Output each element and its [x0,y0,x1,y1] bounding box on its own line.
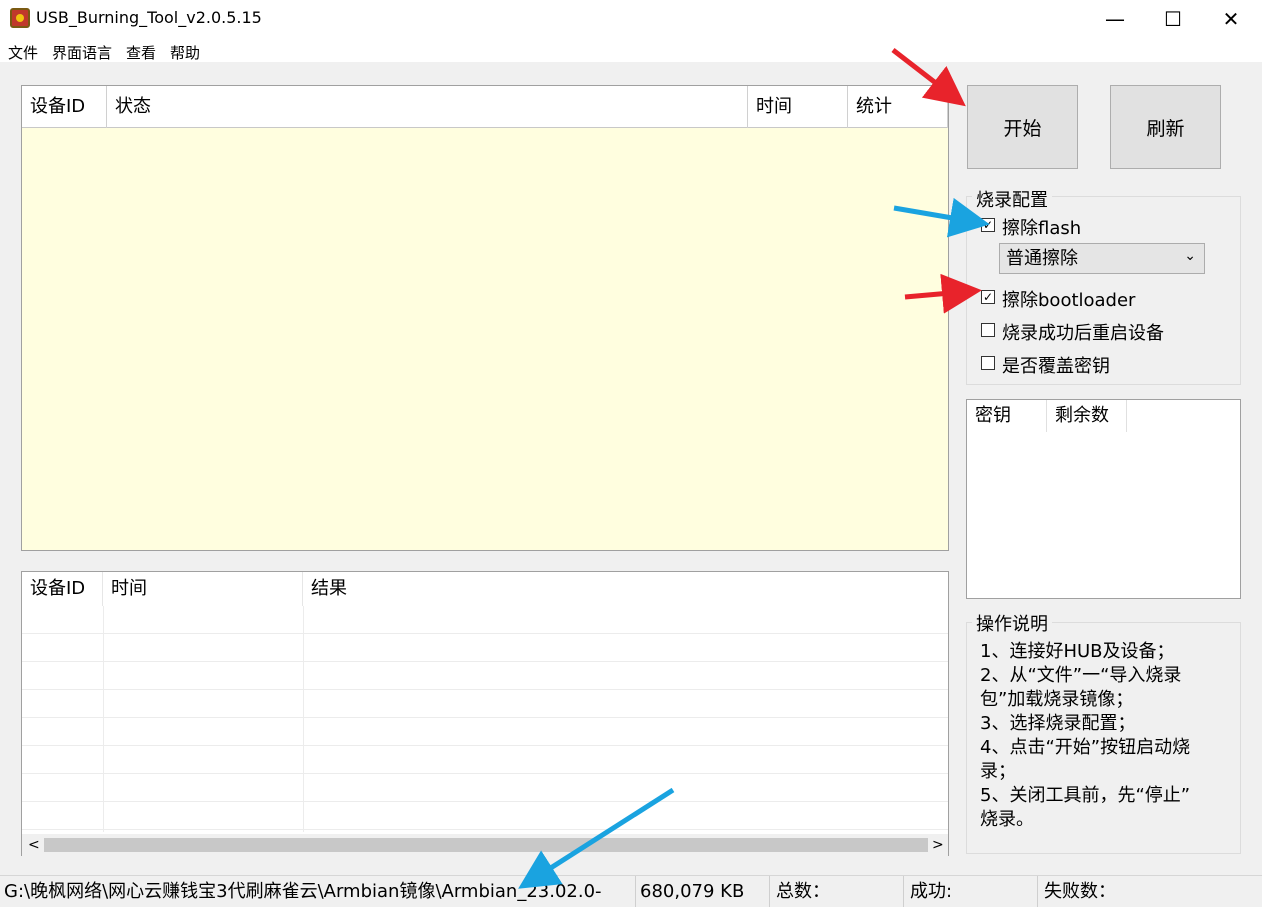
menu-language[interactable]: 界面语言 [52,42,112,63]
table-row [22,606,948,634]
column-time[interactable]: 时间 [748,86,848,128]
instruction-line: 2、从“文件”一“导入烧录 [980,665,1182,686]
log-column-time[interactable]: 时间 [103,572,303,606]
scroll-right-icon[interactable]: > [932,834,944,856]
table-row [22,774,948,802]
column-device-id[interactable]: 设备ID [22,86,107,128]
erase-mode-select[interactable]: 普通擦除 ⌄ [999,243,1205,274]
chevron-down-icon: ⌄ [1184,248,1196,264]
column-remaining[interactable]: 剩余数 [1047,400,1127,432]
log-column-result[interactable]: 结果 [303,572,948,606]
erase-mode-value: 普通擦除 [1006,248,1078,269]
app-icon [10,8,30,28]
refresh-button[interactable]: 刷新 [1110,85,1221,169]
table-row [22,802,948,830]
status-file-size: 680,079 KB [640,876,770,907]
erase-bootloader-checkbox[interactable]: ✓ [981,290,995,304]
status-failed: 失败数： [1044,881,1116,902]
instruction-line: 4、点击“开始”按钮启动烧 [980,737,1191,758]
instruction-line: 3、选择烧录配置； [980,713,1136,734]
erase-flash-checkbox[interactable]: ✓ [981,218,995,232]
close-button[interactable]: ✕ [1202,0,1260,38]
erase-flash-label[interactable]: 擦除flash [1002,214,1081,240]
key-list[interactable]: 密钥 剩余数 [966,399,1241,599]
status-bar: G:\晚枫网络\网心云赚钱宝3代刷麻雀云\Armbian镜像\Armbian_2… [0,875,1262,907]
log-list[interactable]: 设备ID 时间 结果 < > [21,571,949,856]
column-key[interactable]: 密钥 [967,400,1047,432]
burn-config-title: 烧录配置 [972,186,1052,212]
window-title: USB_Burning_Tool_v2.0.5.15 [36,8,262,27]
device-list[interactable]: 设备ID 状态 时间 统计 [21,85,949,551]
reboot-after-checkbox[interactable] [981,323,995,337]
overwrite-key-label[interactable]: 是否覆盖密钥 [1002,352,1110,378]
status-success: 成功: [910,876,1038,907]
scrollbar-thumb[interactable] [44,838,928,852]
column-divider [303,606,304,832]
column-stats[interactable]: 统计 [848,86,948,128]
horizontal-scrollbar[interactable]: < > [22,834,948,856]
reboot-after-label[interactable]: 烧录成功后重启设备 [1002,319,1164,345]
menu-file[interactable]: 文件 [8,42,38,63]
status-total: 总数： [776,876,904,907]
instruction-line: 5、关闭工具前，先“停止” [980,785,1191,806]
column-divider [103,606,104,832]
device-list-header: 设备ID 状态 时间 统计 [22,86,948,128]
instructions-title: 操作说明 [972,610,1052,636]
maximize-button[interactable]: ☐ [1144,0,1202,38]
table-row [22,662,948,690]
minimize-button[interactable]: — [1086,0,1144,38]
instruction-line: 1、连接好HUB及设备； [980,641,1175,662]
start-button[interactable]: 开始 [967,85,1078,169]
table-row [22,690,948,718]
menu-help[interactable]: 帮助 [170,42,200,63]
log-column-device-id[interactable]: 设备ID [22,572,103,606]
table-row [22,634,948,662]
table-row [22,718,948,746]
instruction-line: 包”加载烧录镜像； [980,689,1134,710]
column-status[interactable]: 状态 [107,86,748,128]
menu-view[interactable]: 查看 [126,42,156,63]
scroll-left-icon[interactable]: < [28,834,40,856]
overwrite-key-checkbox[interactable] [981,356,995,370]
erase-bootloader-label[interactable]: 擦除bootloader [1002,286,1135,312]
instruction-line: 烧录。 [980,809,1034,830]
status-file-path: G:\晚枫网络\网心云赚钱宝3代刷麻雀云\Armbian镜像\Armbian_2… [4,876,636,907]
table-row [22,746,948,774]
instruction-line: 录； [980,761,1016,782]
